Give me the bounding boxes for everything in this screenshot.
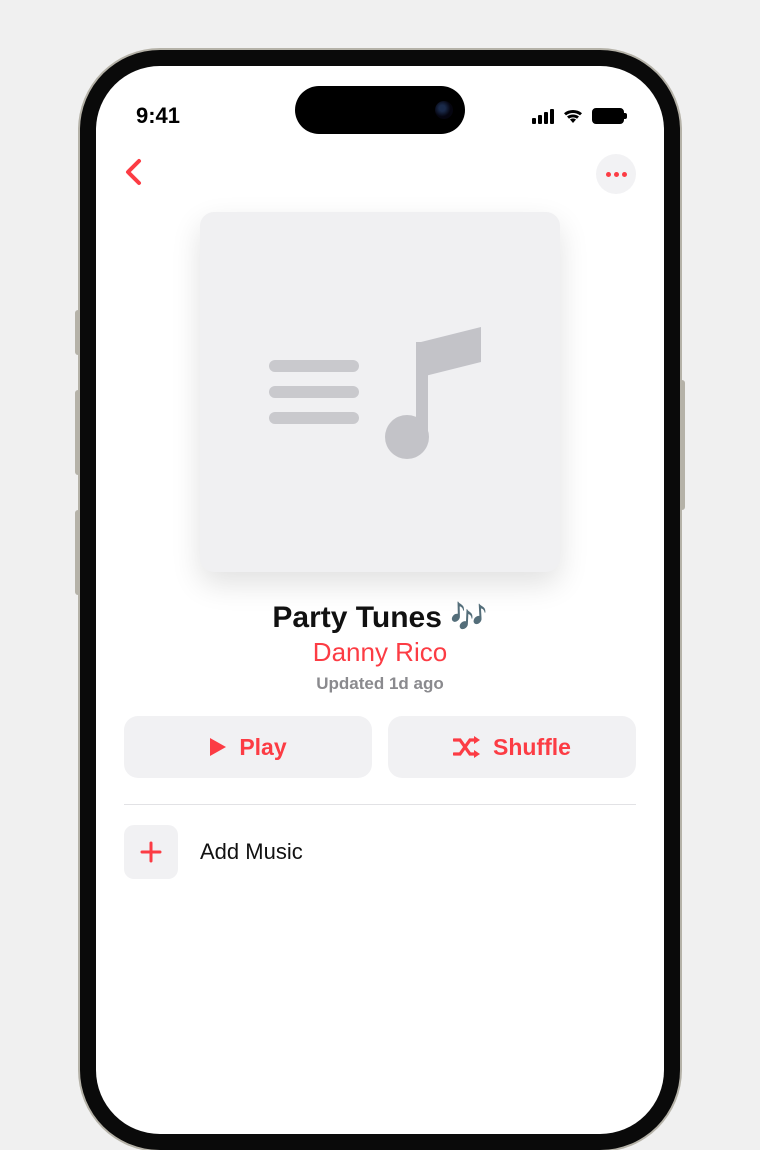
play-label: Play bbox=[239, 734, 286, 761]
battery-icon bbox=[592, 108, 624, 124]
plus-icon bbox=[139, 840, 163, 864]
playlist-title: Party Tunes 🎶 bbox=[124, 600, 636, 635]
playlist-author-link[interactable]: Danny Rico bbox=[124, 637, 636, 668]
status-time: 9:41 bbox=[136, 103, 180, 129]
shuffle-icon bbox=[453, 736, 481, 758]
add-music-label: Add Music bbox=[200, 839, 303, 865]
phone-frame: 9:41 bbox=[80, 50, 680, 1150]
back-button[interactable] bbox=[124, 158, 142, 191]
wifi-icon bbox=[562, 108, 584, 124]
front-camera bbox=[435, 101, 453, 119]
dynamic-island bbox=[295, 86, 465, 134]
ellipsis-icon bbox=[606, 172, 627, 177]
screen: 9:41 bbox=[96, 66, 664, 1134]
play-button[interactable]: Play bbox=[124, 716, 372, 778]
nav-bar bbox=[96, 146, 664, 202]
add-music-button[interactable]: Add Music bbox=[124, 805, 636, 879]
playlist-artwork bbox=[200, 212, 560, 572]
shuffle-label: Shuffle bbox=[493, 734, 571, 761]
playlist-updated-label: Updated 1d ago bbox=[124, 674, 636, 694]
playlist-placeholder-icon bbox=[269, 322, 491, 462]
chevron-left-icon bbox=[124, 158, 142, 186]
shuffle-button[interactable]: Shuffle bbox=[388, 716, 636, 778]
side-buttons-left bbox=[75, 310, 80, 630]
playlist-header: Party Tunes 🎶 Danny Rico Updated 1d ago bbox=[124, 600, 636, 694]
more-options-button[interactable] bbox=[596, 154, 636, 194]
side-buttons-right bbox=[680, 380, 685, 510]
play-icon bbox=[209, 737, 227, 757]
cellular-signal-icon bbox=[532, 109, 554, 124]
